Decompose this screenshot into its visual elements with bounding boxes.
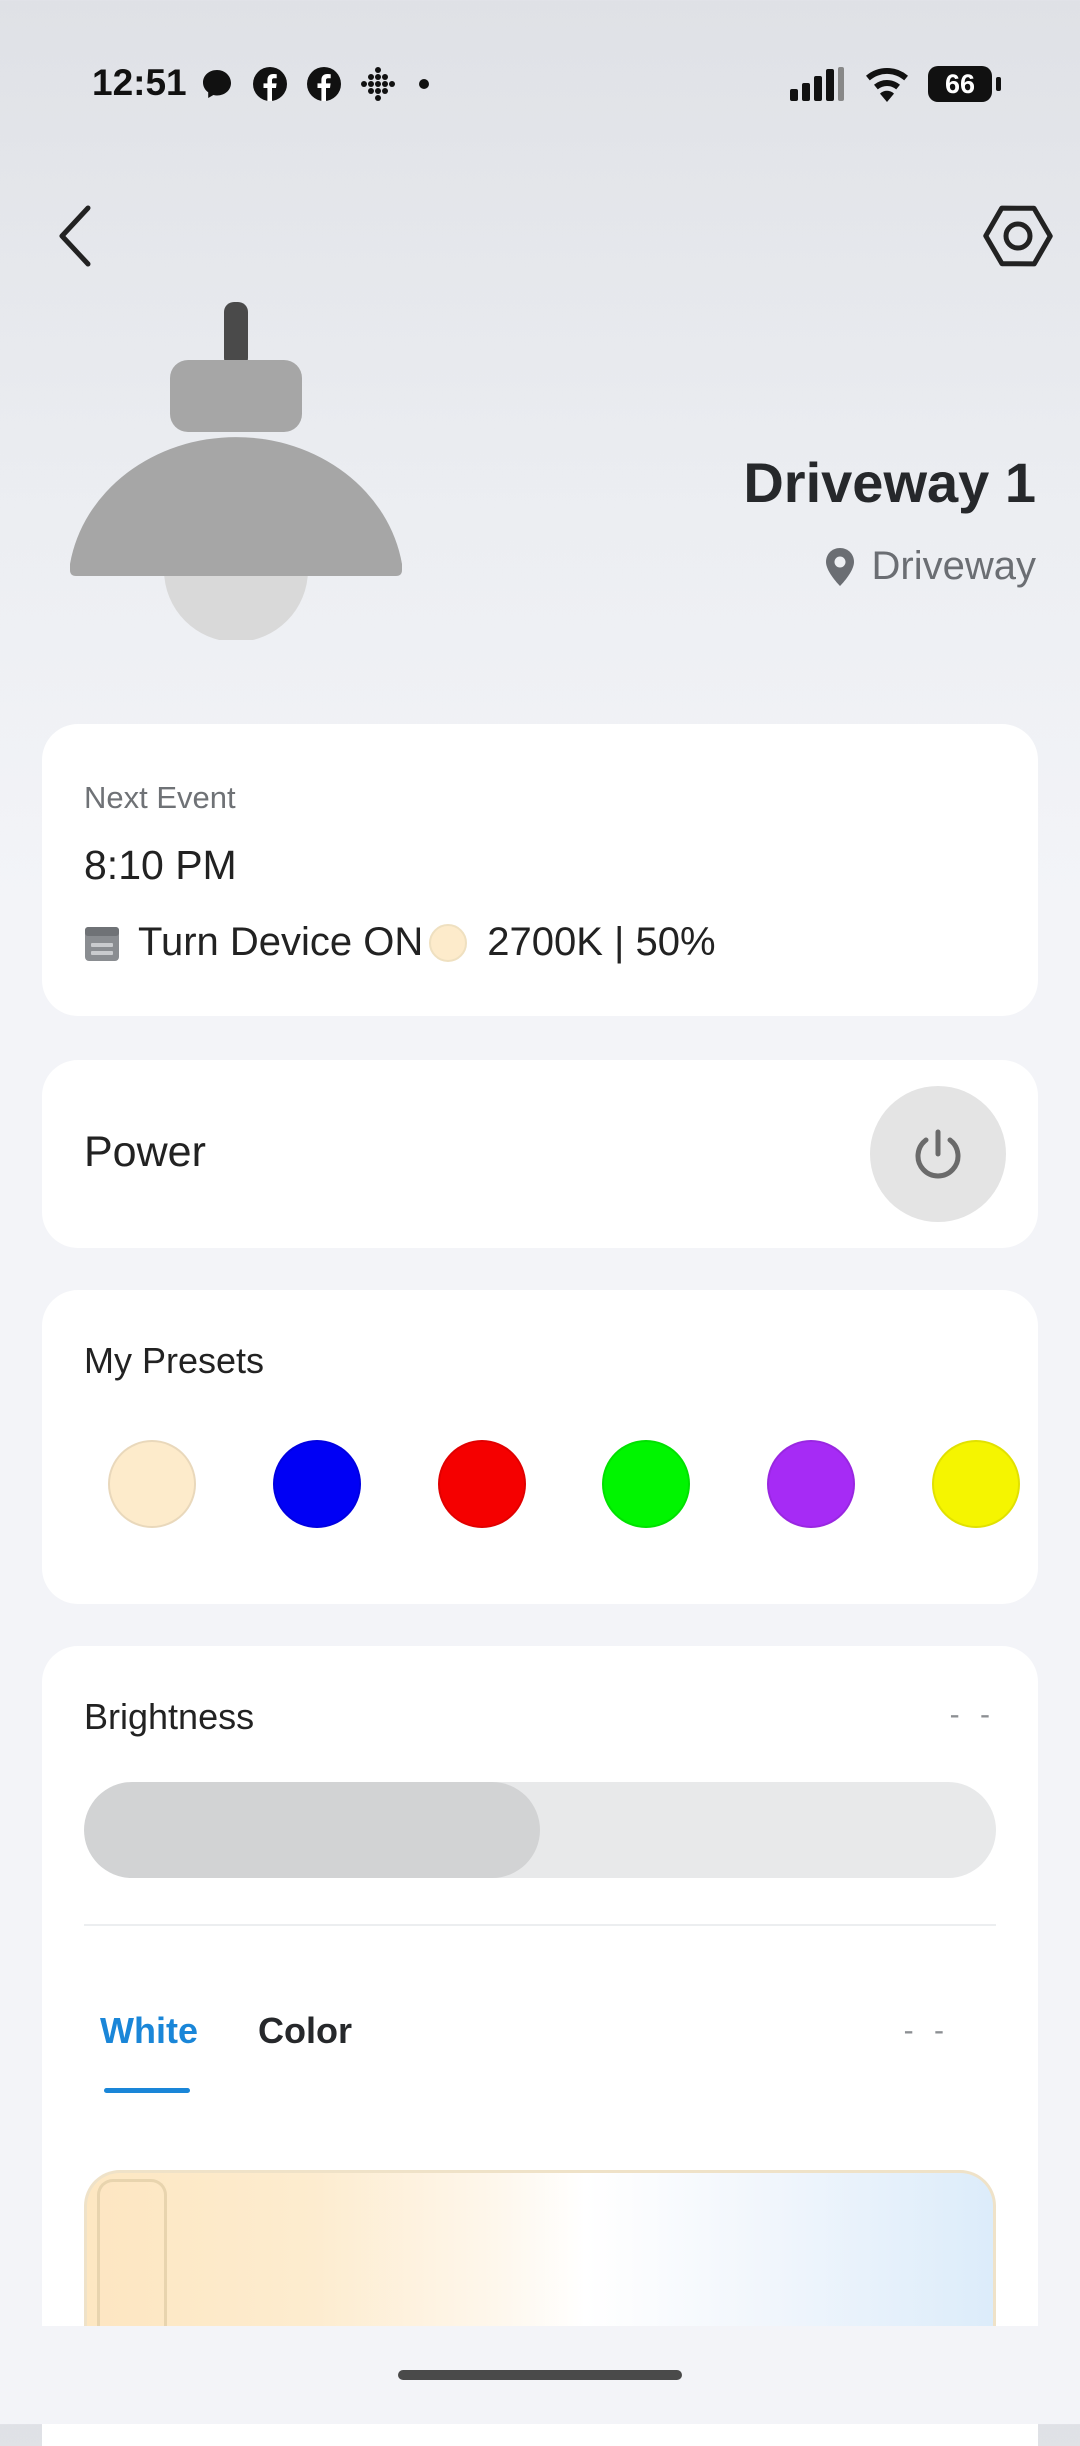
dots-grid-icon: [361, 67, 395, 101]
lamp-illustration-icon: [70, 302, 402, 640]
preset-purple[interactable]: [767, 1440, 856, 1528]
battery-icon: 66: [928, 66, 1001, 102]
preset-row: [84, 1440, 1032, 1528]
hexagon-settings-icon[interactable]: [978, 196, 1058, 276]
preset-green[interactable]: [602, 1440, 691, 1528]
active-tab-indicator: [104, 2088, 190, 2093]
next-event-time: 8:10 PM: [84, 842, 237, 888]
location-label: Driveway: [871, 544, 1036, 588]
cellular-signal-icon: [790, 67, 844, 101]
power-button[interactable]: [870, 1086, 1006, 1222]
preset-yellow[interactable]: [931, 1440, 1020, 1528]
device-name: Driveway 1: [743, 451, 1036, 514]
power-label: Power: [84, 1128, 206, 1176]
facebook-icon: [307, 67, 341, 101]
next-event-card[interactable]: Next Event 8:10 PM Turn Device ON 2700K …: [42, 724, 1038, 1016]
device-location: Driveway: [824, 544, 1036, 589]
status-right-icons: 66: [790, 66, 1001, 102]
power-card: Power: [42, 1060, 1038, 1248]
next-event-label: Next Event: [84, 780, 236, 815]
mode-value: - -: [903, 2014, 950, 2047]
brightness-slider-fill: [84, 1782, 540, 1878]
preset-warm-white[interactable]: [108, 1440, 196, 1528]
dot-icon: [419, 79, 429, 89]
preset-blue[interactable]: [272, 1440, 361, 1528]
status-time: 12:51: [92, 62, 187, 103]
brightness-slider[interactable]: [84, 1782, 996, 1878]
next-event-setting: 2700K | 50%: [487, 920, 716, 964]
preset-red[interactable]: [437, 1440, 526, 1528]
location-pin-icon: [825, 547, 854, 586]
divider: [84, 1924, 996, 1926]
wifi-icon: [866, 67, 908, 102]
status-left-icons: [200, 66, 434, 102]
tab-white[interactable]: White: [100, 2010, 198, 2052]
tab-color[interactable]: Color: [258, 2010, 352, 2052]
brightness-value: - -: [949, 1698, 996, 1731]
next-event-action: Turn Device ON 2700K | 50%: [84, 920, 716, 965]
presets-card: My Presets: [42, 1290, 1038, 1604]
brightness-label: Brightness: [84, 1696, 255, 1737]
next-event-action-label: Turn Device ON: [138, 920, 424, 964]
presets-label: My Presets: [84, 1340, 265, 1381]
power-icon: [915, 1129, 961, 1179]
battery-level: 66: [944, 68, 976, 99]
messenger-icon: [203, 70, 231, 98]
calendar-icon: [85, 926, 119, 961]
back-chevron-icon[interactable]: [48, 200, 100, 272]
home-indicator[interactable]: [398, 2370, 682, 2380]
facebook-icon: [253, 67, 287, 101]
color-temp-swatch: [429, 923, 468, 962]
